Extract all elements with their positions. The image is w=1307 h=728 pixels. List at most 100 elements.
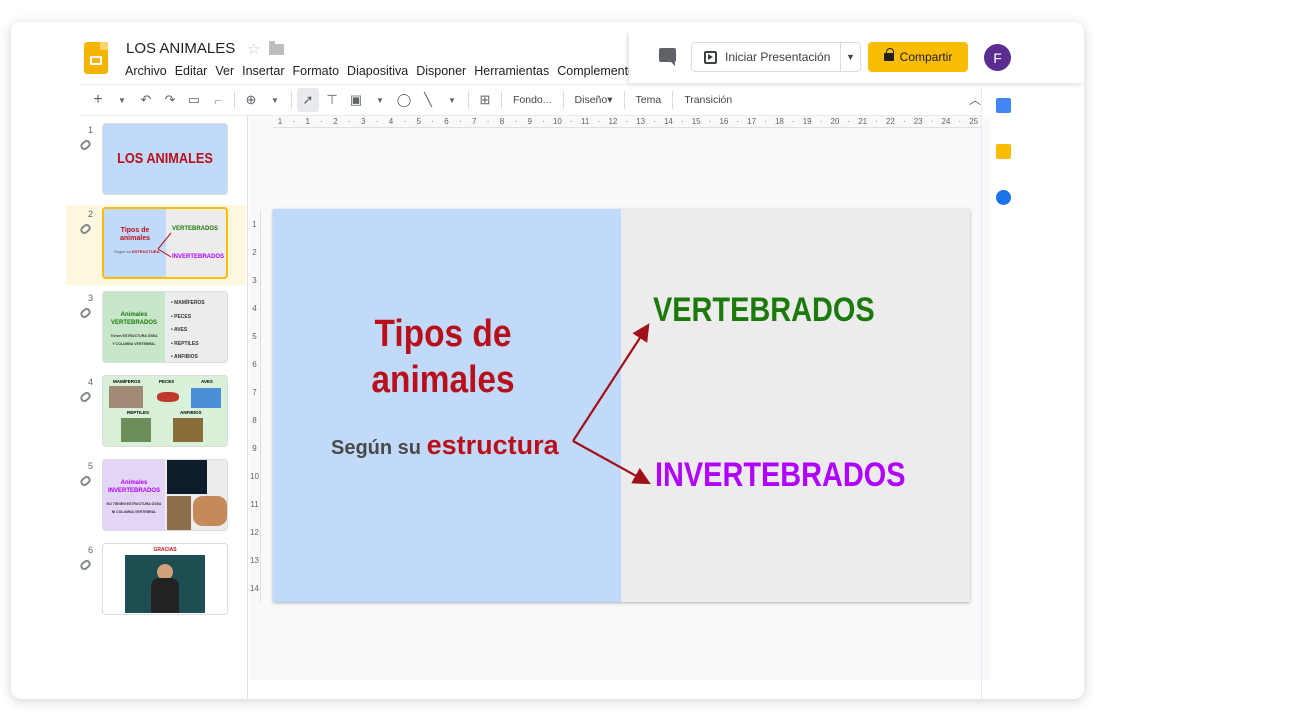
- folder-icon[interactable]: [269, 41, 284, 55]
- thumb-title-b: INVERTEBRADOS: [107, 488, 160, 494]
- menu-diapositiva[interactable]: Diapositiva: [343, 64, 412, 78]
- app-window: LOS ANIMALES ☆ Archivo Editar Ver Insert…: [11, 22, 1084, 699]
- line-dropdown-icon[interactable]: ▼: [441, 88, 463, 112]
- shape-icon[interactable]: ◯: [393, 88, 415, 112]
- thumb-note-a: Tienen ESTRUCTURA ÓSEA: [110, 334, 158, 338]
- ruler-tick: ·: [680, 117, 684, 126]
- ruler-tick: 4: [252, 303, 257, 313]
- menu-formato[interactable]: Formato: [289, 64, 344, 78]
- ruler-tick: 5: [416, 117, 421, 126]
- zoom-icon[interactable]: ⊕: [240, 88, 262, 112]
- thumb-bullet: • REPTILES: [171, 340, 199, 347]
- ruler-tick: 6: [252, 359, 257, 369]
- filmstrip-slide-1[interactable]: 1 LOS ANIMALES: [66, 121, 246, 201]
- filmstrip-slide-2[interactable]: 2 Tipos de animales Según su ESTRUCTURA …: [66, 205, 246, 285]
- toolbar: + ▼ ↶ ↷ ▭ ⌐ ⊕ ▼ ➚ ⊤ ▣ ▼ ◯ ╲ ▼ ⊞ Fondo...…: [81, 84, 981, 116]
- ruler-tick: 11: [250, 499, 259, 509]
- thumb-bullet: • AVES: [171, 327, 188, 333]
- ruler-tick: ·: [486, 117, 490, 126]
- slides-logo-icon[interactable]: [84, 42, 108, 74]
- ruler-tick: 8: [252, 415, 257, 425]
- ruler-tick: ·: [347, 117, 351, 126]
- ruler-tick: 16: [719, 117, 729, 126]
- new-slide-icon[interactable]: +: [87, 88, 109, 112]
- keep-icon[interactable]: [996, 144, 1011, 159]
- collapse-toolbar-icon[interactable]: ︿: [969, 91, 981, 108]
- slide-number: 3: [88, 293, 94, 303]
- menu-bar: Archivo Editar Ver Insertar Formato Diap…: [121, 64, 630, 78]
- animal-photo: [121, 418, 151, 442]
- comment-icon[interactable]: [659, 48, 676, 66]
- ruler-tick: 2: [333, 117, 338, 126]
- thumb-note-a: NO TIENEN ESTRUCTURA ÓSEA: [106, 502, 162, 506]
- ruler-tick: ·: [542, 117, 545, 126]
- image-icon[interactable]: ▣: [345, 88, 367, 112]
- comment-add-icon[interactable]: ⊞: [474, 88, 496, 112]
- ruler-tick: 3: [252, 275, 257, 285]
- current-slide[interactable]: Tipos de animales Según su estructura VE…: [273, 209, 970, 602]
- menu-ver[interactable]: Ver: [211, 64, 238, 78]
- thumb-label: AVES: [201, 379, 213, 384]
- undo-icon[interactable]: ↶: [135, 88, 157, 112]
- layout-button[interactable]: Diseño ▾: [569, 88, 619, 112]
- line-icon[interactable]: ╲: [417, 88, 439, 112]
- animal-photo: [191, 388, 221, 408]
- vertebrados-label[interactable]: VERTEBRADOS: [653, 291, 875, 330]
- thumb-label: PECES: [159, 379, 175, 384]
- present-icon: [704, 50, 717, 64]
- ruler-tick: ·: [764, 117, 767, 126]
- vertical-ruler[interactable]: 1 2 3 4 5 6 7 8 9 10 11 12 13 14: [249, 210, 261, 602]
- redo-icon[interactable]: ↷: [159, 88, 181, 112]
- present-button[interactable]: Iniciar Presentación ▼: [691, 42, 861, 72]
- theme-button[interactable]: Tema: [630, 88, 668, 112]
- select-cursor-icon[interactable]: ➚: [297, 88, 319, 112]
- arrows-graphic[interactable]: [273, 209, 970, 602]
- present-dropdown-icon[interactable]: ▼: [840, 43, 860, 71]
- document-title[interactable]: LOS ANIMALES: [126, 40, 235, 57]
- share-label: Compartir: [899, 50, 953, 64]
- link-icon: [78, 138, 93, 152]
- background-button[interactable]: Fondo...: [507, 88, 558, 112]
- ruler-tick: ·: [569, 117, 573, 126]
- filmstrip-slide-6[interactable]: 6 GRACIAS: [66, 541, 246, 621]
- menu-archivo[interactable]: Archivo: [121, 64, 171, 78]
- print-icon[interactable]: ▭: [183, 88, 205, 112]
- menu-editar[interactable]: Editar: [171, 64, 212, 78]
- link-icon: [78, 558, 93, 572]
- filmstrip-slide-4[interactable]: 4 MAMÍFEROS PECES AVES REPTILES ANFIBIOS: [66, 373, 246, 453]
- zoom-dropdown-icon[interactable]: ▼: [264, 88, 286, 112]
- image-dropdown-icon[interactable]: ▼: [369, 88, 391, 112]
- ruler-tick: 7: [252, 387, 257, 397]
- ruler-tick: ·: [458, 117, 462, 126]
- share-button[interactable]: Compartir: [868, 42, 968, 72]
- new-slide-dropdown-icon[interactable]: ▼: [111, 88, 133, 112]
- thumb-bullet: • ANFIBIOS: [171, 354, 198, 360]
- horizontal-ruler[interactable]: 1 · 1 · 2 · 3 · 4 · 5 · 6 · 7 · 8 · 9 · 10 · 11 · 12 · 13 · 14 · 15 · 16…: [273, 116, 981, 128]
- transition-button[interactable]: Transición: [678, 88, 738, 112]
- ruler-tick: ·: [736, 117, 740, 126]
- menu-disponer[interactable]: Disponer: [412, 64, 470, 78]
- ruler-tick: 5: [252, 331, 257, 341]
- paint-format-icon[interactable]: ⌐: [207, 88, 229, 112]
- tasks-icon[interactable]: [996, 190, 1011, 205]
- thumb-title-a: Animales: [120, 480, 148, 486]
- ruler-tick: 7: [471, 117, 477, 126]
- thumb-bullet: • MAMÍFEROS: [171, 300, 205, 306]
- thumb-note-b: Y COLUMNA VERTEBRAL: [112, 342, 156, 346]
- thumb-bullet: • PECES: [171, 313, 192, 320]
- slide-number: 4: [88, 377, 94, 387]
- filmstrip-slide-3[interactable]: 3 Animales VERTEBRADOS Tienen ESTRUCTURA…: [66, 289, 246, 369]
- filmstrip-slide-5[interactable]: 5 Animales INVERTEBRADOS NO TIENEN ESTRU…: [66, 457, 246, 537]
- menu-complementos[interactable]: Complementos: [553, 64, 630, 78]
- ruler-tick: 6: [444, 117, 449, 126]
- star-icon[interactable]: ☆: [247, 40, 260, 58]
- text-box-icon[interactable]: ⊤: [321, 88, 343, 112]
- ruler-tick: 14: [663, 117, 673, 126]
- menu-herramientas[interactable]: Herramientas: [470, 64, 553, 78]
- calendar-icon[interactable]: [996, 98, 1011, 113]
- avatar[interactable]: F: [984, 44, 1011, 71]
- invertebrados-label[interactable]: INVERTEBRADOS: [655, 456, 905, 495]
- thumb-label: ANFIBIOS: [180, 410, 202, 415]
- ruler-tick: 23: [913, 117, 923, 126]
- menu-insertar[interactable]: Insertar: [238, 64, 288, 78]
